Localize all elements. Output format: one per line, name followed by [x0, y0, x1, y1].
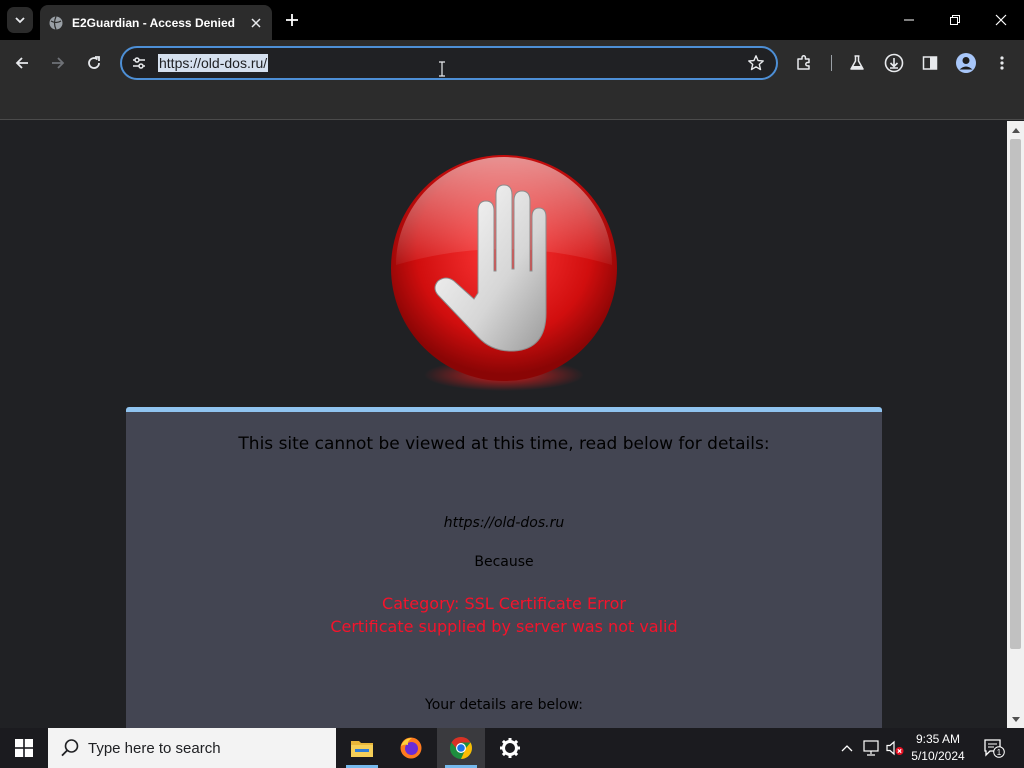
clock-time: 9:35 AM — [915, 732, 961, 746]
forward-button[interactable] — [44, 49, 72, 77]
page-viewport: This site cannot be viewed at this time,… — [0, 121, 1007, 728]
extensions-icon — [797, 55, 810, 70]
close-icon — [251, 17, 261, 28]
text-cursor-icon — [439, 61, 445, 77]
side-panel-button[interactable] — [916, 49, 944, 77]
star-icon — [748, 55, 764, 71]
clock-date: 5/10/2024 — [911, 749, 965, 763]
minimize-icon — [904, 19, 914, 21]
title-bar: E2Guardian - Access Denied — [0, 0, 1024, 40]
taskbar: Type here to search 9:35 AM 5/10/2024 1 — [0, 728, 1024, 768]
taskbar-search-input[interactable]: Type here to search — [48, 728, 336, 768]
close-tab-button[interactable] — [245, 12, 267, 34]
scroll-down-icon — [1011, 716, 1020, 722]
labs-icon — [850, 55, 864, 70]
notification-icon: 1 — [984, 739, 1005, 758]
windows-logo-icon — [15, 739, 33, 757]
details-heading: Your details are below: — [425, 697, 583, 713]
browser-toolbar: https://old-dos.ru/ — [0, 40, 1024, 86]
minimize-button[interactable] — [886, 0, 932, 40]
because-label: Because — [474, 554, 534, 570]
more-menu-button[interactable] — [988, 49, 1016, 77]
volume-button[interactable] — [884, 728, 906, 768]
toolbar-separator — [831, 55, 832, 71]
file-explorer-icon — [351, 741, 373, 757]
search-placeholder: Type here to search — [88, 739, 221, 757]
new-tab-button[interactable] — [280, 8, 304, 32]
taskbar-firefox[interactable] — [387, 728, 435, 768]
scroll-thumb[interactable] — [1010, 139, 1021, 649]
tab-title: E2Guardian - Access Denied — [72, 15, 235, 30]
download-icon — [884, 53, 904, 73]
url-text[interactable]: https://old-dos.ru/ — [158, 54, 269, 72]
chevron-up-icon — [841, 745, 853, 752]
chrome-icon — [450, 737, 472, 759]
profile-button[interactable] — [952, 49, 980, 77]
side-panel-icon — [922, 56, 938, 70]
tab-active[interactable]: E2Guardian - Access Denied — [40, 5, 272, 40]
search-icon — [60, 738, 80, 758]
taskbar-chrome[interactable] — [437, 728, 485, 768]
scroll-up-button[interactable] — [1007, 121, 1024, 138]
scroll-down-button[interactable] — [1007, 711, 1024, 728]
downloads-button[interactable] — [880, 49, 908, 77]
volume-muted-icon — [886, 740, 904, 756]
taskbar-settings[interactable] — [486, 728, 534, 768]
stop-hand-icon — [391, 155, 617, 391]
page-title: This site cannot be viewed at this time,… — [238, 434, 770, 454]
network-icon — [863, 740, 879, 756]
profile-icon — [956, 53, 976, 73]
block-category: Category: SSL Certificate Error — [382, 594, 626, 613]
labs-button[interactable] — [843, 49, 871, 77]
block-reason: Certificate supplied by server was not v… — [330, 617, 678, 636]
close-icon — [995, 14, 1007, 26]
blocked-url: https://old-dos.ru — [443, 515, 565, 531]
tab-search-button[interactable] — [7, 7, 33, 33]
block-details-panel: This site cannot be viewed at this time,… — [126, 407, 882, 728]
firefox-icon — [400, 737, 422, 759]
globe-icon — [48, 15, 64, 31]
address-bar[interactable]: https://old-dos.ru/ — [120, 46, 778, 80]
restore-icon — [950, 15, 960, 25]
page-scrollbar[interactable] — [1007, 121, 1024, 728]
more-icon — [1000, 56, 1004, 70]
forward-icon — [52, 57, 65, 69]
taskbar-file-explorer[interactable] — [338, 728, 386, 768]
plus-icon — [286, 14, 298, 26]
tune-icon[interactable] — [130, 54, 148, 72]
restore-button[interactable] — [932, 0, 978, 40]
extensions-button[interactable] — [790, 49, 818, 77]
settings-icon — [500, 738, 520, 758]
network-status-button[interactable] — [860, 728, 882, 768]
back-icon — [15, 57, 28, 69]
reload-button[interactable] — [80, 49, 108, 77]
notification-center-button[interactable]: 1 — [980, 728, 1008, 768]
bookmark-star-button[interactable] — [746, 53, 766, 73]
chevron-down-icon — [15, 17, 25, 24]
taskbar-clock[interactable]: 9:35 AM 5/10/2024 — [904, 731, 972, 765]
show-hidden-icons-button[interactable] — [838, 728, 856, 768]
notification-count: 1 — [997, 748, 1002, 757]
close-window-button[interactable] — [978, 0, 1024, 40]
reload-icon — [88, 56, 100, 69]
bookmarks-bar — [0, 86, 1024, 120]
scroll-up-icon — [1011, 127, 1020, 133]
start-button[interactable] — [0, 728, 48, 768]
back-button[interactable] — [8, 49, 36, 77]
